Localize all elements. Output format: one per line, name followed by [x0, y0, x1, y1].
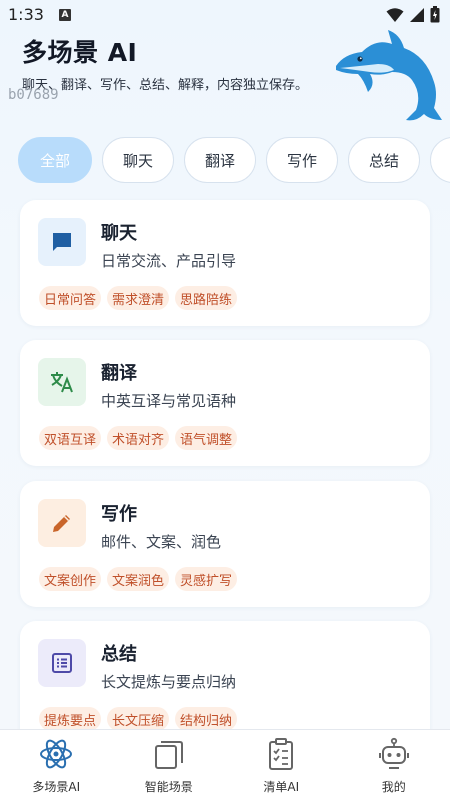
filter-chips: 全部 聊天 翻译 写作 总结 [18, 137, 450, 185]
nav-item-smart-scenes[interactable]: 智能场景 [113, 730, 226, 800]
bottom-nav: 多场景AI 智能场景 清单AI 我的 [0, 729, 450, 800]
notification-icon: A [59, 9, 71, 21]
nav-item-checklist-ai[interactable]: 清单AI [225, 730, 338, 800]
card-tags: 双语互译 术语对齐 语气调整 [39, 426, 238, 450]
card-title: 写作 [101, 504, 137, 525]
signal-icon [410, 7, 424, 22]
status-time: 1:33 [8, 5, 44, 24]
nav-icon-box [151, 736, 187, 772]
card-description: 长文提炼与要点归纳 [101, 673, 237, 691]
nav-item-profile[interactable]: 我的 [338, 730, 450, 800]
tag: 思路陪练 [175, 286, 238, 310]
tag: 需求澄清 [107, 286, 170, 310]
card-icon-box [38, 639, 86, 687]
scene-card-writing[interactable]: 写作 邮件、文案、润色 文案创作 文案润色 灵感扩写 [20, 481, 430, 607]
nav-label: 我的 [381, 780, 406, 794]
card-icon-box [38, 218, 86, 266]
nav-label: 清单AI [263, 780, 300, 794]
nav-label: 智能场景 [144, 780, 193, 794]
tag: 术语对齐 [107, 426, 170, 450]
tag: 灵感扩写 [175, 567, 238, 591]
nav-icon-box [38, 736, 74, 772]
nav-icon-box [376, 736, 412, 772]
card-icon-box [38, 499, 86, 547]
card-tags: 提炼要点 长文压缩 结构归纳 [39, 707, 238, 731]
robot-icon [378, 737, 409, 769]
card-description: 中英互译与常见语种 [101, 392, 237, 410]
status-icons [386, 6, 440, 23]
chip-all[interactable]: 全部 [18, 137, 92, 183]
card-tags: 日常问答 需求澄清 思路陪练 [39, 286, 238, 310]
tag: 文案润色 [107, 567, 170, 591]
tag: 长文压缩 [107, 707, 170, 731]
card-description: 邮件、文案、润色 [101, 533, 222, 551]
tag: 双语互译 [39, 426, 102, 450]
chip-summary[interactable]: 总结 [348, 137, 420, 183]
chip-translate[interactable]: 翻译 [184, 137, 256, 183]
checklist-icon [269, 738, 294, 770]
tag: 文案创作 [39, 567, 102, 591]
wifi-icon [386, 7, 404, 22]
card-description: 日常交流、产品引导 [101, 252, 237, 270]
chip-writing[interactable]: 写作 [266, 137, 338, 183]
scene-card-translate[interactable]: 翻译 中英互译与常见语种 双语互译 术语对齐 语气调整 [20, 340, 430, 466]
nav-label: 多场景AI [32, 780, 81, 794]
list-icon [52, 653, 72, 673]
tag: 结构归纳 [175, 707, 238, 731]
card-title: 总结 [101, 644, 137, 665]
stacked-cards-icon [154, 741, 183, 769]
card-title: 聊天 [101, 223, 137, 244]
dolphin-mascot-icon [336, 30, 442, 121]
chat-bubble-icon [53, 233, 71, 251]
chip-more[interactable] [430, 137, 450, 183]
nav-icon-box [263, 736, 299, 772]
page-subtitle: 聊天、翻译、写作、总结、解释，内容独立保存。 [22, 78, 309, 93]
watermark-text: b07689 [8, 87, 59, 103]
tag: 语气调整 [175, 426, 238, 450]
card-title: 翻译 [101, 363, 137, 384]
chip-chat[interactable]: 聊天 [102, 137, 174, 183]
pencil-icon [53, 515, 70, 532]
card-icon-box [38, 358, 86, 406]
nav-item-multi-scene-ai[interactable]: 多场景AI [0, 730, 113, 800]
tag: 日常问答 [39, 286, 102, 310]
atom-icon [40, 739, 73, 769]
battery-icon [430, 6, 440, 23]
tag: 提炼要点 [39, 707, 102, 731]
translate-icon [51, 372, 73, 393]
card-tags: 文案创作 文案润色 灵感扩写 [39, 567, 238, 591]
page-title: 多场景 AI [22, 38, 138, 67]
scene-card-chat[interactable]: 聊天 日常交流、产品引导 日常问答 需求澄清 思路陪练 [20, 200, 430, 326]
